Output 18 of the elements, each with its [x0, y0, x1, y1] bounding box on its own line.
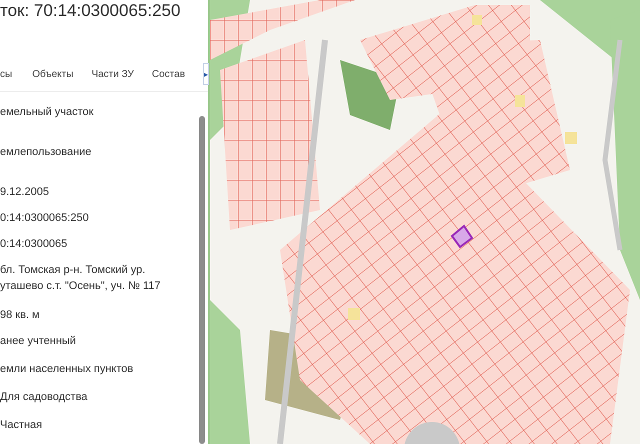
field-value: 0:14:0300065 [0, 237, 68, 252]
field-value: 9.12.2005 [0, 185, 50, 200]
field-value: 98 кв. м [0, 308, 41, 323]
tab[interactable]: Части ЗУ [91, 64, 134, 84]
field-value: 0:14:0300065:250 [0, 211, 90, 226]
field-value: бл. Томская р-н. Томский ур. уташево с.т. "Осень", уч. № 117 [0, 263, 162, 294]
parcel-title: ток: 70:14:0300065:250 [0, 0, 182, 22]
field-value: емли населенных пунктов [0, 362, 134, 377]
field-value: Частная [0, 418, 44, 433]
tabs-next-button[interactable]: ▸ [203, 63, 210, 85]
field-value: Для садоводства [0, 390, 88, 405]
field-value: емельный участок [0, 105, 94, 120]
tab[interactable]: сы [0, 64, 12, 84]
scrollbar-thumb[interactable] [198, 116, 204, 444]
field-value: емлепользование [0, 145, 92, 160]
tab[interactable]: Состав [152, 64, 186, 84]
tab[interactable]: Объекты [32, 64, 74, 84]
field-value: анее учтенный [0, 334, 77, 349]
